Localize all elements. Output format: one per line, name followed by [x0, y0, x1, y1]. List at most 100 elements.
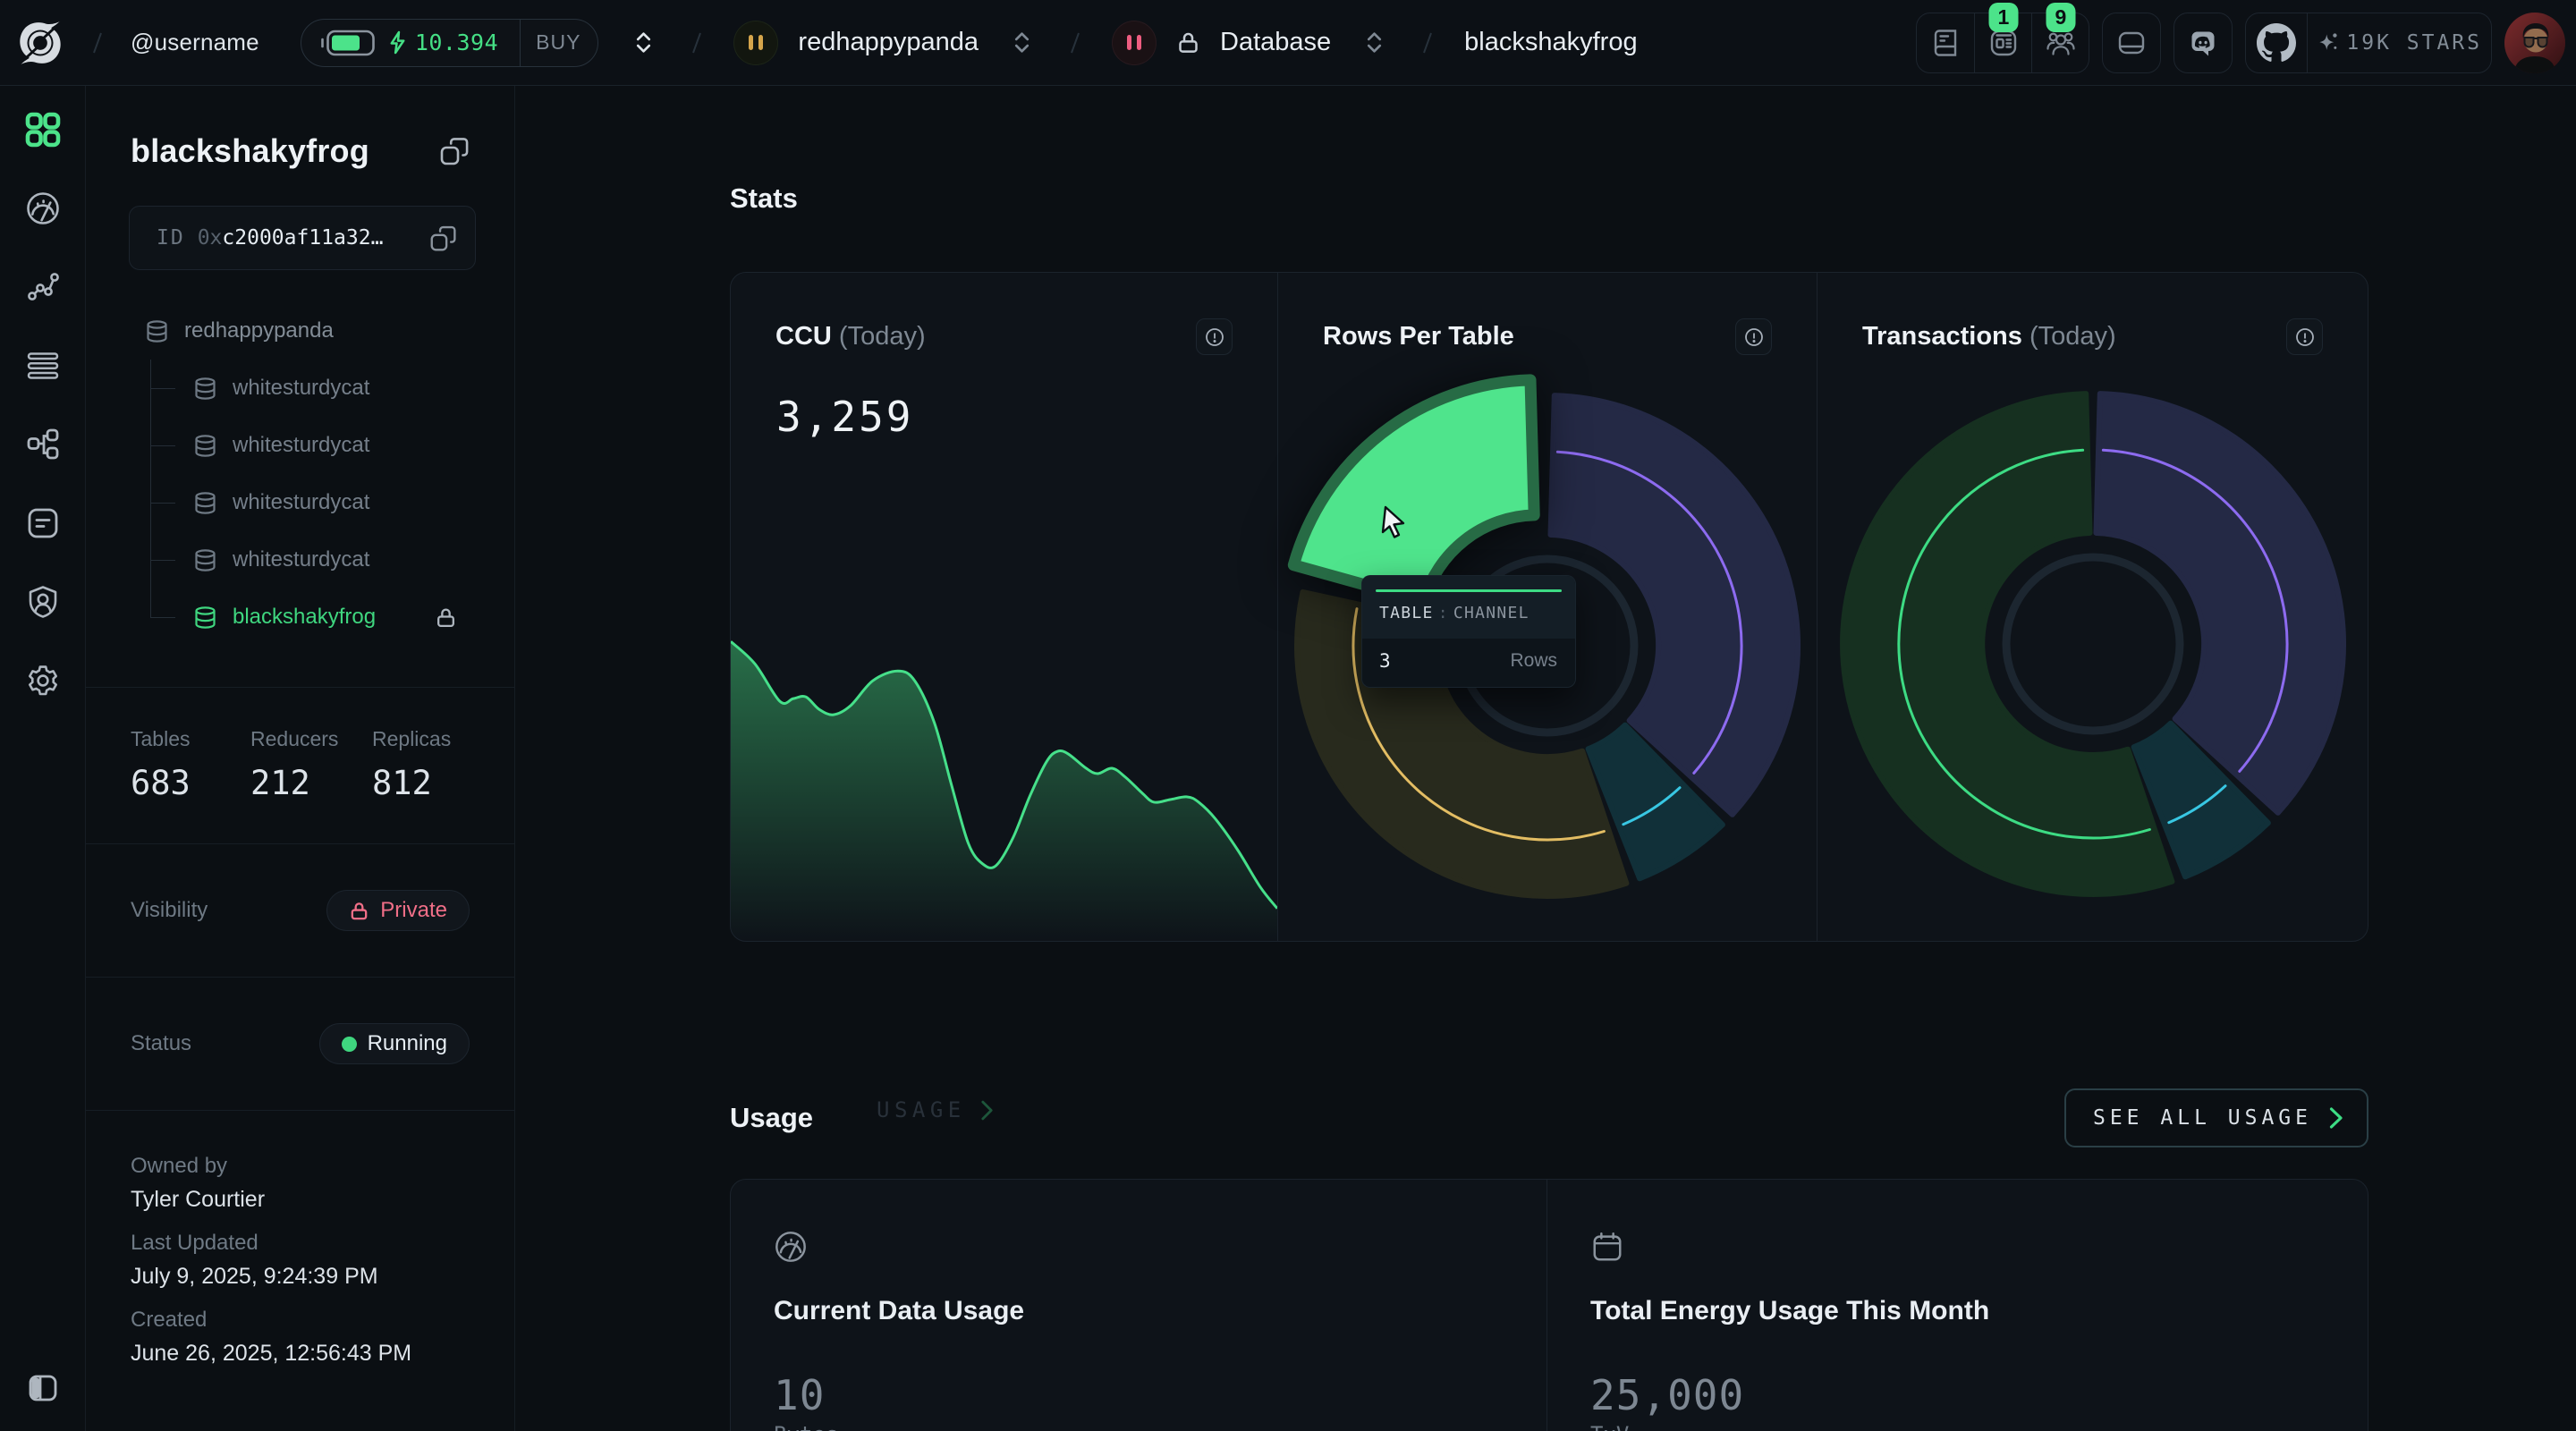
tree-item-database[interactable]: whitesturdycat — [86, 417, 514, 474]
energy-bolt-icon — [390, 30, 405, 55]
stats-heading: Stats — [730, 182, 798, 214]
energy-pill[interactable]: 10.394 BUY — [300, 18, 599, 67]
database-status-icon[interactable] — [1112, 20, 1157, 65]
activity-graph-icon — [27, 273, 59, 301]
buy-button[interactable]: BUY — [521, 20, 597, 66]
data-usage-card: Current Data Usage 10 Bytes — [731, 1180, 1546, 1431]
card-header: Rows Per Table — [1323, 318, 1772, 355]
sidebar: blackshakyfrog ID 0x c2000af11a32… redha… — [86, 86, 515, 1431]
info-button[interactable] — [1735, 318, 1772, 355]
gear-icon — [28, 665, 57, 696]
topbar: @username 10.394 BUY redhappypanda Datab… — [0, 0, 2576, 86]
ccu-value: 3,259 — [776, 393, 914, 441]
changelog-button[interactable]: 1 — [1974, 2, 2031, 72]
rows-card-title: Rows Per Table — [1323, 322, 1514, 351]
database-icon — [195, 605, 216, 629]
flow-icon — [27, 428, 58, 460]
info-button[interactable] — [2286, 318, 2323, 355]
status-badge[interactable]: Running — [318, 1023, 470, 1064]
community-button[interactable]: 9 — [2031, 2, 2089, 72]
sidebar-stats: Tables 683 Reducers 212 Replicas 812 — [86, 688, 514, 843]
tree-item-database[interactable]: whitesturdycat — [86, 474, 514, 531]
rail-item-workflow[interactable] — [21, 423, 64, 466]
detail-value: July 9, 2025, 9:24:39 PM — [131, 1264, 378, 1289]
transactions-donut-chart[interactable] — [1840, 391, 2347, 897]
tooltip-header: TABLE : CHANNEL — [1362, 576, 1575, 639]
tree-item-database[interactable]: whitesturdycat — [86, 360, 514, 417]
data-usage-value: 10 — [774, 1371, 826, 1419]
id-prefix: 0x — [197, 226, 223, 250]
spacetimedb-logo[interactable] — [13, 15, 68, 71]
energy-usage-title: Total Energy Usage This Month — [1590, 1296, 1990, 1325]
sidebar-header: blackshakyfrog — [86, 86, 514, 170]
rail-item-overview[interactable] — [21, 108, 64, 151]
battery-icon — [321, 30, 375, 55]
main: Stats CCU (Today) 3,259 Rows Per Table T… — [515, 86, 2576, 1431]
discord-button[interactable] — [2174, 12, 2233, 73]
database-icon — [195, 491, 216, 514]
usage-ghost-label: USAGE — [877, 1097, 994, 1122]
id-label: ID — [157, 226, 185, 250]
github-icon — [2257, 22, 2297, 62]
rail-item-permissions[interactable] — [21, 580, 64, 623]
pause-bar — [758, 35, 764, 50]
tx-card-title: Transactions (Today) — [1862, 322, 2116, 351]
username[interactable]: @username — [131, 29, 259, 56]
copy-name-button[interactable] — [439, 136, 470, 166]
tree-item-database-active[interactable]: blackshakyfrog — [86, 588, 514, 646]
book-icon — [1935, 29, 1957, 56]
data-usage-unit: Bytes — [774, 1422, 1496, 1431]
tree-item-database[interactable]: whitesturdycat — [86, 531, 514, 588]
detail-label: Owned by — [131, 1154, 228, 1178]
pause-bar — [1137, 35, 1141, 50]
shield-user-icon — [29, 586, 56, 618]
unfold-icon[interactable] — [632, 30, 655, 55]
stat-label: Reducers — [250, 727, 339, 750]
see-all-usage-button[interactable]: SEE ALL USAGE — [2063, 1088, 2368, 1147]
usage-heading: Usage — [730, 1102, 814, 1133]
database-icon — [195, 377, 216, 400]
rail-item-dashboard[interactable] — [21, 187, 64, 230]
community-badge: 9 — [2046, 2, 2076, 32]
rail-item-metrics[interactable] — [21, 266, 64, 309]
card-header: Transactions (Today) — [1862, 318, 2323, 355]
usage-cards: Current Data Usage 10 Bytes Total Energy… — [730, 1179, 2368, 1431]
github-stars[interactable]: 19K STARS — [2307, 13, 2491, 72]
ccu-card-title: CCU (Today) — [775, 322, 926, 351]
rows-per-table-card: Rows Per Table TABLE : CHANNEL 3 Rows — [1277, 273, 1817, 941]
chevron-right-icon — [981, 1100, 993, 1120]
stat-value: 683 — [131, 764, 191, 802]
card-icon — [2119, 31, 2145, 54]
changelog-badge: 1 — [1988, 2, 2019, 32]
unfold-icon[interactable] — [1363, 30, 1385, 55]
docs-button[interactable] — [1917, 13, 1974, 72]
stat-label: Replicas — [372, 727, 452, 750]
tree-label: redhappypanda — [184, 318, 334, 343]
panel-button[interactable] — [2102, 12, 2162, 73]
rail-item-settings[interactable] — [21, 659, 64, 702]
avatar[interactable] — [2504, 12, 2565, 73]
unfold-icon[interactable] — [1011, 30, 1033, 55]
status-row: Status Running — [86, 978, 514, 1110]
avatar-image — [2504, 12, 2565, 73]
mouse-cursor — [1381, 505, 1405, 538]
breadcrumb-instance[interactable]: redhappypanda — [798, 28, 979, 57]
tree-item-instance[interactable]: redhappypanda — [86, 302, 514, 360]
breadcrumb-database[interactable]: blackshakyfrog — [1464, 28, 1637, 57]
info-button[interactable] — [1196, 318, 1233, 355]
breadcrumb-slash — [1423, 32, 1433, 53]
collapse-sidebar-button[interactable] — [21, 1367, 64, 1410]
instance-status-icon[interactable] — [733, 20, 779, 65]
github-button[interactable] — [2246, 13, 2307, 72]
visibility-badge[interactable]: Private — [326, 890, 470, 931]
note-icon — [28, 508, 57, 538]
rail-item-logs[interactable] — [21, 502, 64, 545]
copy-id-button[interactable] — [429, 224, 457, 252]
visibility-value: Private — [380, 898, 447, 922]
database-icon — [147, 319, 167, 343]
rail-item-tables[interactable] — [21, 344, 64, 387]
data-usage-title: Current Data Usage — [774, 1296, 1025, 1325]
tree-label: whitesturdycat — [233, 376, 370, 400]
breadcrumb-section[interactable]: Database — [1220, 28, 1331, 57]
database-icon — [195, 548, 216, 572]
